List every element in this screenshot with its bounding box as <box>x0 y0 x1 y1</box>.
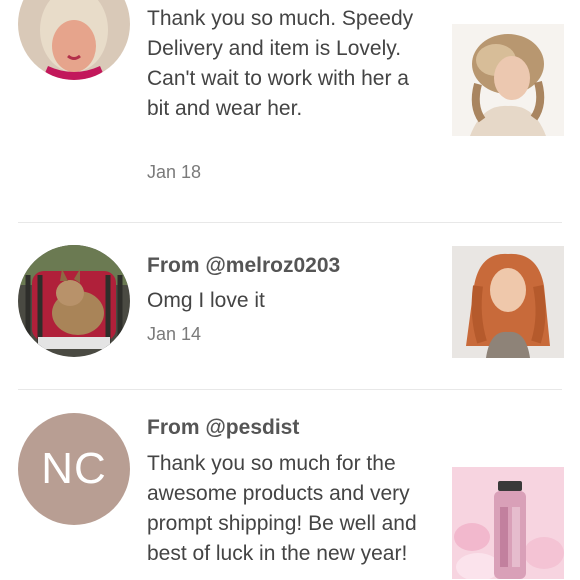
product-thumbnail[interactable] <box>452 24 564 136</box>
avatar[interactable]: NC <box>18 413 130 525</box>
review-message: Omg I love it <box>147 289 265 312</box>
avatar[interactable] <box>18 245 130 357</box>
wig-product-icon <box>452 246 564 358</box>
tanning-mousse-product-icon <box>452 467 564 579</box>
user-photo-icon <box>18 0 130 80</box>
review-author[interactable]: From @pesdist <box>147 416 299 440</box>
product-thumbnail[interactable] <box>452 246 564 358</box>
review-date: Jan 14 <box>147 324 202 344</box>
avatar-initials: NC <box>41 444 107 493</box>
wig-product-icon <box>452 24 564 136</box>
review-date: Jan 18 <box>147 162 202 182</box>
review-message: Thank you so much. Speedy Delivery and i… <box>147 7 414 120</box>
avatar[interactable] <box>18 0 130 80</box>
review-author[interactable]: From @melroz0203 <box>147 254 340 278</box>
divider <box>18 222 562 223</box>
divider <box>18 389 562 390</box>
product-thumbnail[interactable] <box>452 467 564 579</box>
dog-photo-icon <box>18 245 130 357</box>
review-message: Thank you so much for the awesome produc… <box>147 452 417 565</box>
